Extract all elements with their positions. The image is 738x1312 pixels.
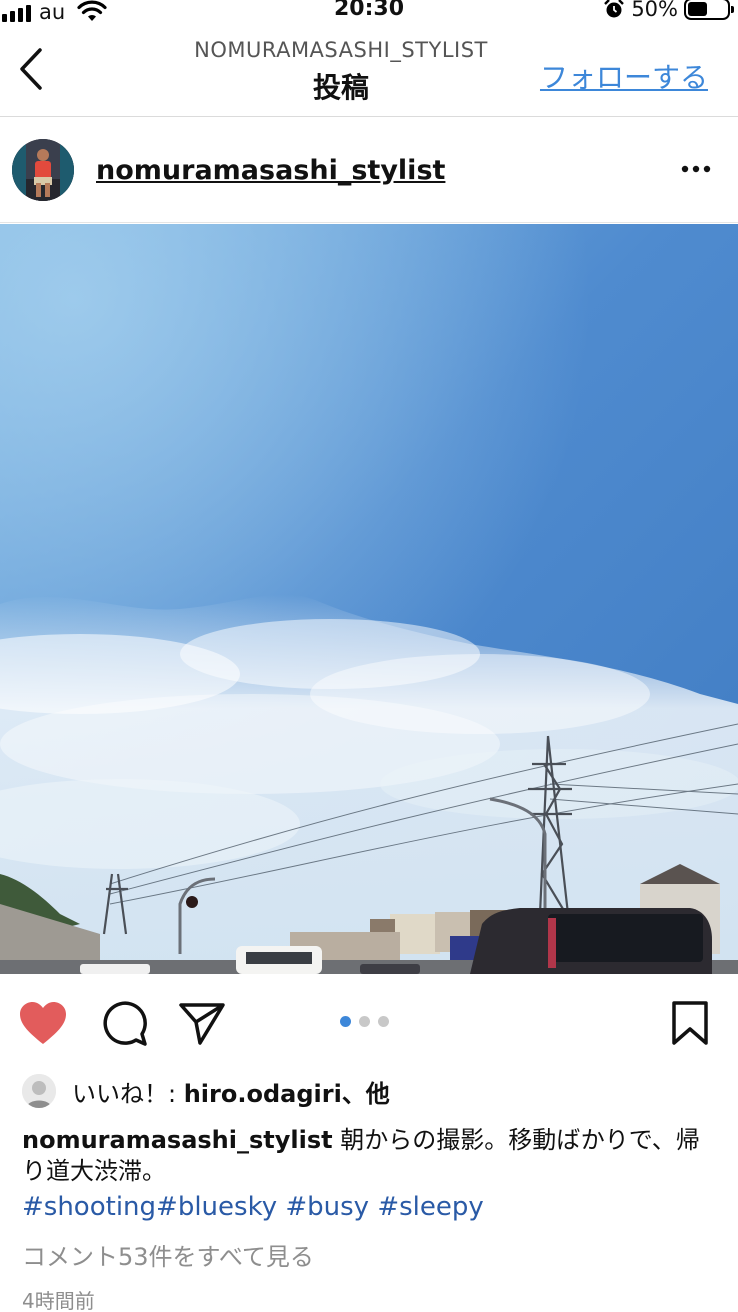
- hashtag[interactable]: #bluesky: [156, 1192, 277, 1222]
- carousel-dot: [359, 1016, 370, 1027]
- hashtag[interactable]: #sleepy: [369, 1192, 483, 1222]
- post-caption: nomuramasashi_stylist 朝からの撮影。移動ばかりで、帰り道大…: [22, 1125, 722, 1187]
- likes-suffix: 、他: [341, 1079, 390, 1108]
- battery-icon: [684, 0, 734, 20]
- post-username[interactable]: nomuramasashi_stylist: [96, 155, 445, 186]
- post-photo[interactable]: [0, 224, 738, 974]
- post-timestamp: 4時間前: [22, 1289, 95, 1312]
- liker-name[interactable]: hiro.odagiri: [184, 1080, 342, 1108]
- view-all-comments-link[interactable]: コメント53件をすべて見る: [22, 1237, 314, 1272]
- likes-summary[interactable]: いいね！: hiro.odagiri、他: [22, 1074, 390, 1108]
- post-header: nomuramasashi_stylist: [0, 117, 738, 223]
- more-horizontal-icon[interactable]: [680, 157, 712, 181]
- likes-prefix: いいね！:: [72, 1079, 184, 1108]
- follow-button[interactable]: フォローする: [540, 56, 708, 96]
- navigation-header: NOMURAMASASHI_STYLIST 投稿 フォローする: [0, 26, 738, 117]
- send-icon[interactable]: [178, 1000, 226, 1046]
- alarm-icon: [604, 0, 625, 18]
- hashtags: #shooting#bluesky #busy #sleepy: [22, 1192, 484, 1222]
- battery-percent: 50%: [631, 0, 678, 21]
- comment-icon[interactable]: [100, 1000, 148, 1048]
- bookmark-icon[interactable]: [670, 1000, 710, 1046]
- post-actions: [0, 974, 738, 1070]
- liker-avatar: [22, 1074, 56, 1108]
- carousel-dot: [378, 1016, 389, 1027]
- hashtag[interactable]: #busy: [277, 1192, 369, 1222]
- hashtag[interactable]: #shooting: [22, 1192, 156, 1222]
- avatar[interactable]: [12, 139, 74, 201]
- status-bar: au 20:30 50%: [0, 0, 738, 26]
- heart-icon[interactable]: [18, 1000, 68, 1046]
- caption-username[interactable]: nomuramasashi_stylist: [22, 1126, 333, 1154]
- carousel-dot: [340, 1016, 351, 1027]
- carousel-indicator: [340, 1016, 389, 1027]
